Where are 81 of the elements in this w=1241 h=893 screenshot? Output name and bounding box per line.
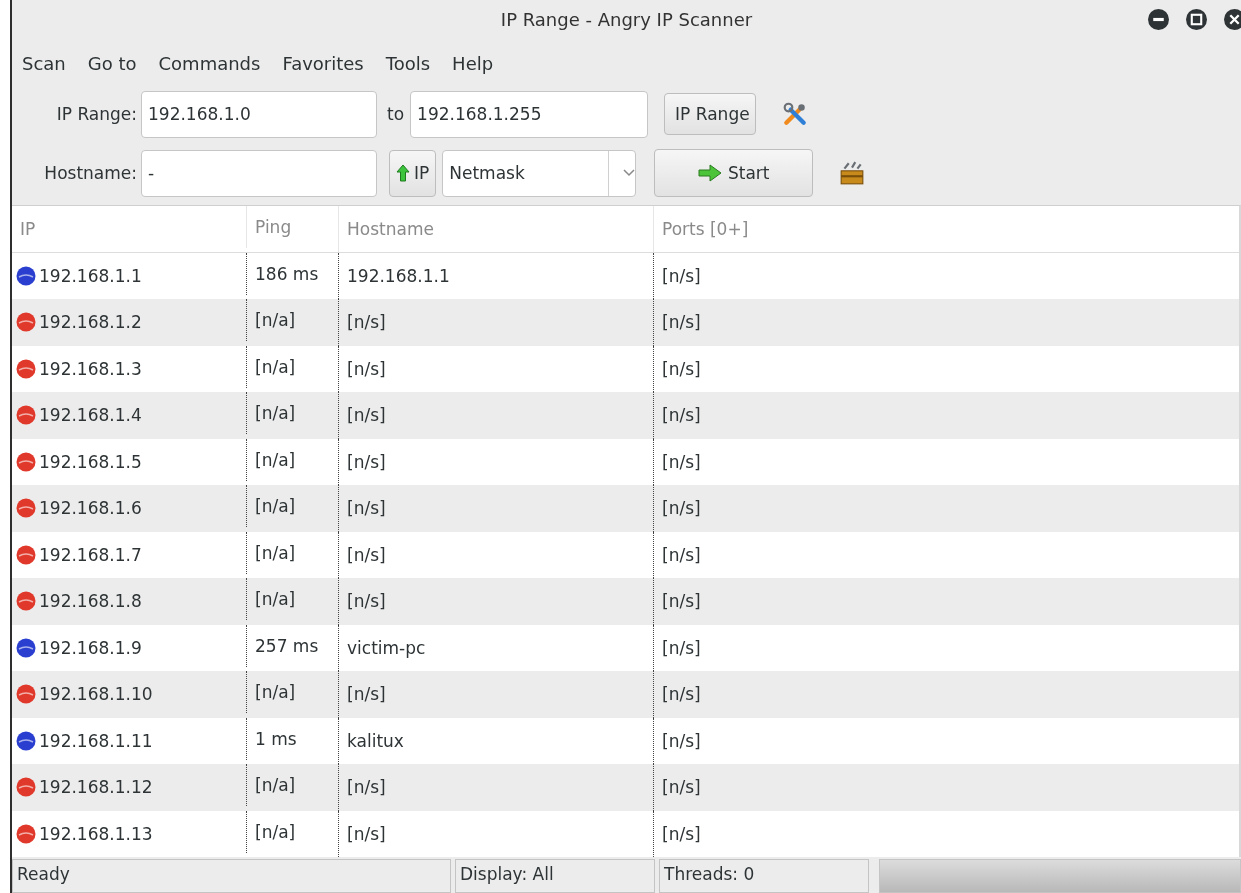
right-arrow-icon bbox=[698, 164, 722, 183]
ip-cell: 192.168.1.10 bbox=[39, 684, 153, 705]
hostname-cell: [n/s] bbox=[347, 358, 386, 379]
ip-cell: 192.168.1.1 bbox=[39, 265, 142, 286]
menu-item[interactable]: Commands bbox=[158, 53, 261, 75]
ports-cell: [n/s] bbox=[662, 265, 701, 286]
hostname-cell: [n/s] bbox=[347, 405, 386, 426]
menu-item[interactable]: Tools bbox=[385, 53, 431, 75]
menu-item[interactable]: Go to bbox=[87, 53, 137, 75]
ports-cell: [n/s] bbox=[662, 684, 701, 705]
display-filter: Display: All bbox=[455, 859, 655, 893]
ping-cell: [n/a] bbox=[255, 449, 296, 470]
ip-cell: 192.168.1.4 bbox=[39, 405, 142, 426]
ping-cell: [n/a] bbox=[255, 403, 296, 424]
range-end-field[interactable]: 192.168.1.255 bbox=[410, 90, 649, 138]
ip-cell: 192.168.1.3 bbox=[39, 358, 142, 379]
maximize-icon[interactable] bbox=[1186, 9, 1207, 30]
ping-cell: [n/a] bbox=[255, 821, 296, 842]
hostname-field[interactable]: - bbox=[141, 149, 377, 197]
hostname-cell: 192.168.1.1 bbox=[347, 265, 450, 286]
start-button[interactable]: Start bbox=[654, 149, 814, 198]
ports-cell: [n/s] bbox=[662, 591, 701, 612]
close-icon[interactable] bbox=[1224, 9, 1241, 30]
ping-cell: [n/a] bbox=[255, 496, 296, 517]
ports-cell: [n/s] bbox=[662, 405, 701, 426]
hostname-cell: [n/s] bbox=[347, 777, 386, 798]
hostname-cell: [n/s] bbox=[347, 823, 386, 844]
hostname-cell: [n/s] bbox=[347, 591, 386, 612]
menu-item[interactable]: Help bbox=[452, 53, 494, 75]
ping-cell: [n/a] bbox=[255, 310, 296, 331]
ip-cell: 192.168.1.6 bbox=[39, 498, 142, 519]
window-title: IP Range - Angry IP Scanner bbox=[500, 9, 753, 31]
feeder-dropdown[interactable]: IP Range bbox=[664, 93, 757, 136]
ping-cell: 1 ms bbox=[255, 728, 297, 749]
hostname-cell: [n/s] bbox=[347, 684, 386, 705]
ping-cell: 257 ms bbox=[255, 635, 319, 656]
column-header[interactable]: Ports [0+] bbox=[653, 205, 1239, 252]
hostname-cell: [n/s] bbox=[347, 544, 386, 565]
range-start-field[interactable]: 192.168.1.0 bbox=[141, 90, 377, 138]
ip-cell: 192.168.1.13 bbox=[39, 823, 153, 844]
up-arrow-icon bbox=[396, 164, 410, 183]
menu-item[interactable]: Scan bbox=[22, 53, 66, 75]
ip-cell: 192.168.1.8 bbox=[39, 591, 142, 612]
minimize-icon[interactable] bbox=[1148, 9, 1169, 30]
ip-cell: 192.168.1.9 bbox=[39, 637, 142, 658]
ip-cell: 192.168.1.12 bbox=[39, 777, 153, 798]
ping-cell: [n/a] bbox=[255, 682, 296, 703]
ip-cell: 192.168.1.11 bbox=[39, 730, 153, 751]
hostname-cell: kalitux bbox=[347, 730, 404, 751]
menu-item[interactable]: Favorites bbox=[282, 53, 364, 75]
hostname-cell: [n/s] bbox=[347, 498, 386, 519]
ports-cell: [n/s] bbox=[662, 823, 701, 844]
ping-cell: [n/a] bbox=[255, 356, 296, 377]
ports-cell: [n/s] bbox=[662, 637, 701, 658]
ping-cell: 186 ms bbox=[255, 263, 319, 284]
status-text: Ready bbox=[12, 859, 451, 893]
ip-cell: 192.168.1.7 bbox=[39, 544, 142, 565]
ping-cell: [n/a] bbox=[255, 542, 296, 563]
ping-cell: [n/a] bbox=[255, 775, 296, 796]
netmask-dropdown[interactable]: Netmask bbox=[442, 149, 637, 197]
range-label: IP Range: bbox=[55, 104, 138, 125]
ping-cell: [n/a] bbox=[255, 589, 296, 610]
ports-cell: [n/s] bbox=[662, 544, 701, 565]
ports-cell: [n/s] bbox=[662, 777, 701, 798]
hostname-cell: [n/s] bbox=[347, 451, 386, 472]
ports-cell: [n/s] bbox=[662, 451, 701, 472]
hostname-cell: victim-pc bbox=[347, 637, 426, 658]
toolbox-icon[interactable] bbox=[839, 160, 866, 187]
hostname-cell: [n/s] bbox=[347, 312, 386, 333]
hostname-label: Hostname: bbox=[43, 163, 138, 184]
ports-cell: [n/s] bbox=[662, 498, 701, 519]
to-label: to bbox=[387, 104, 405, 125]
ports-cell: [n/s] bbox=[662, 312, 701, 333]
ip-cell: 192.168.1.5 bbox=[39, 451, 142, 472]
ip-cell: 192.168.1.2 bbox=[39, 312, 142, 333]
tools-icon[interactable] bbox=[782, 101, 809, 128]
chevron-down-icon bbox=[623, 169, 636, 178]
ports-cell: [n/s] bbox=[662, 730, 701, 751]
ip-up-button[interactable]: IP bbox=[389, 149, 437, 197]
ports-cell: [n/s] bbox=[662, 358, 701, 379]
threads-count: Threads: 0 bbox=[659, 859, 869, 893]
